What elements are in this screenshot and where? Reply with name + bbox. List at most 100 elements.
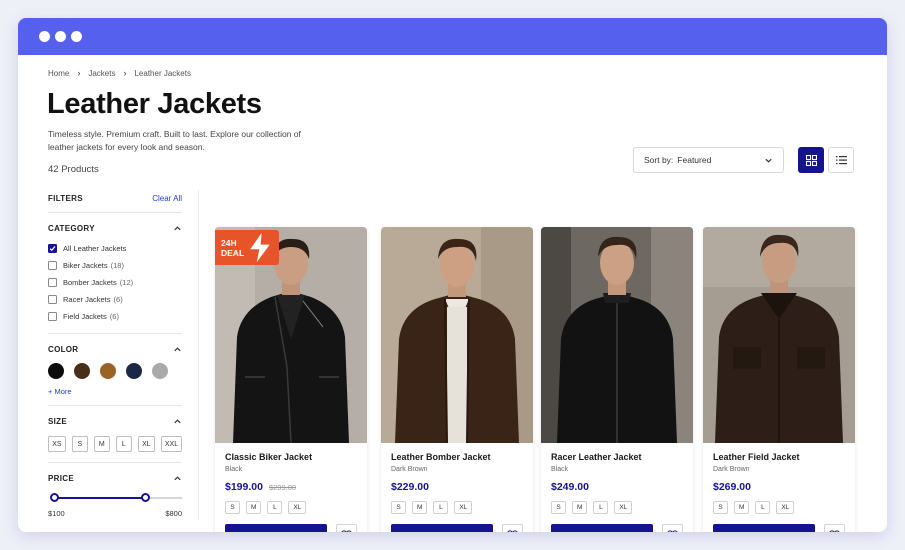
check-icon [49,246,56,252]
product-color: Dark Brown [391,466,428,473]
size-option-xl[interactable]: XL [288,501,307,514]
page-content: Home › Jackets › Leather Jackets Leather… [18,55,887,532]
price-range-labels: $100 $800 [48,509,182,518]
list-icon [835,156,847,165]
size-option-xs[interactable]: XS [48,436,66,452]
checkbox[interactable] [48,312,57,321]
size-option-m[interactable]: M [734,501,750,514]
breadcrumb-home[interactable]: Home [48,69,69,78]
slider-min-handle[interactable] [50,493,59,502]
category-label: All Leather Jackets [63,244,127,253]
product-name[interactable]: Classic Biker Jacket [225,452,357,462]
add-to-cart-button[interactable]: ADD TO CART [225,524,327,532]
size-option-xxl[interactable]: XXL [160,436,182,452]
checkbox[interactable] [48,295,57,304]
product-image[interactable] [381,227,533,443]
size-option-s[interactable]: S [225,501,240,514]
size-option-s[interactable]: S [713,501,728,514]
size-option-xl[interactable]: XL [454,501,473,514]
size-section-header[interactable]: SIZE [48,415,182,427]
color-swatch-dark-brown[interactable] [74,363,90,379]
size-options: XS S M L XL XXL [48,436,182,452]
product-name[interactable]: Leather Field Jacket [713,452,845,462]
size-option-xl[interactable]: XL [614,501,633,514]
size-option-l[interactable]: L [267,501,283,514]
add-to-cart-button[interactable]: ADD TO CART [391,524,493,532]
size-option-m[interactable]: M [412,501,428,514]
price-range-slider[interactable] [48,493,182,503]
breadcrumb-jackets[interactable]: Jackets [88,69,115,78]
category-label: Racer Jackets [63,295,111,304]
window-dot-icon[interactable] [55,31,66,42]
size-option-s[interactable]: S [551,501,566,514]
product-image[interactable]: 24H DEAL [215,227,367,443]
wishlist-button[interactable] [661,524,683,532]
product-sizes: S M L XL [225,501,357,514]
product-color: Black [551,466,569,473]
product-name[interactable]: Racer Leather Jacket [551,452,683,462]
size-option-xl[interactable]: XL [776,501,795,514]
price-section-header[interactable]: PRICE [48,472,182,484]
slider-max-handle[interactable] [141,493,150,502]
product-image[interactable] [703,227,855,443]
color-swatch-tan[interactable] [100,363,116,379]
lightning-icon [250,233,270,263]
chevron-down-icon [765,158,772,163]
category-label: Bomber Jackets [63,278,117,287]
product-name[interactable]: Leather Bomber Jacket [391,452,523,462]
more-colors-link[interactable]: + More [48,387,182,396]
product-card[interactable]: Leather Bomber Jacket Dark Brown $229.00… [381,227,533,532]
color-swatch-black[interactable] [48,363,64,379]
size-option-s[interactable]: S [391,501,406,514]
list-view-button[interactable] [828,147,854,173]
clear-all-link[interactable]: Clear All [152,194,182,203]
window-titlebar [18,18,887,55]
product-card[interactable]: 24H DEAL Classic Biker Jacket Black $199… [215,227,367,532]
color-swatch-navy[interactable] [126,363,142,379]
color-swatch-grey[interactable] [152,363,168,379]
category-item-biker[interactable]: Biker Jackets (18) [48,257,182,274]
page-description: Timeless style. Premium craft. Built to … [48,129,301,152]
add-to-cart-button[interactable]: ADD TO CART [551,524,653,532]
product-old-price: $299.00 [268,483,297,492]
wishlist-button[interactable] [501,524,523,532]
size-option-l[interactable]: L [433,501,449,514]
checkbox[interactable] [48,244,57,253]
checkbox[interactable] [48,261,57,270]
size-option-m[interactable]: M [93,436,110,452]
category-item-bomber[interactable]: Bomber Jackets (12) [48,274,182,291]
size-option-m[interactable]: M [246,501,262,514]
product-image[interactable] [541,227,693,443]
checkbox[interactable] [48,278,57,287]
category-item-all[interactable]: All Leather Jackets [48,240,182,257]
size-option-s[interactable]: S [71,436,88,452]
product-card[interactable]: Racer Leather Jacket Black $249.00 S M L… [541,227,693,532]
product-sizes: S M L XL [391,501,523,514]
size-option-l[interactable]: L [593,501,609,514]
window-dot-icon[interactable] [71,31,82,42]
color-section-header[interactable]: COLOR [48,343,182,355]
sort-label: Sort by: [644,155,674,165]
browser-window: Home › Jackets › Leather Jackets Leather… [18,18,887,532]
size-option-m[interactable]: M [572,501,588,514]
wishlist-button[interactable] [335,524,357,532]
sidebar-divider [198,190,199,520]
product-price: $199.00 [225,481,263,493]
size-option-l[interactable]: L [115,436,132,452]
category-label: Field Jackets [63,312,107,321]
size-option-xl[interactable]: XL [137,436,155,452]
category-section-header[interactable]: CATEGORY [48,222,182,234]
wishlist-button[interactable] [823,524,845,532]
product-card[interactable]: Leather Field Jacket Dark Brown $269.00 … [703,227,855,532]
category-item-field[interactable]: Field Jackets (6) [48,308,182,325]
grid-view-button[interactable] [798,147,824,173]
category-item-racer[interactable]: Racer Jackets (6) [48,291,182,308]
window-dot-icon[interactable] [39,31,50,42]
category-count: (6) [113,295,123,304]
size-option-l[interactable]: L [755,501,771,514]
breadcrumb-current: Leather Jackets [134,68,191,78]
sort-dropdown[interactable]: Sort by: Featured [633,147,784,173]
product-color: Dark Brown [713,466,750,473]
sort-value: Featured [677,155,712,165]
add-to-cart-button[interactable]: ADD TO CART [713,524,815,532]
